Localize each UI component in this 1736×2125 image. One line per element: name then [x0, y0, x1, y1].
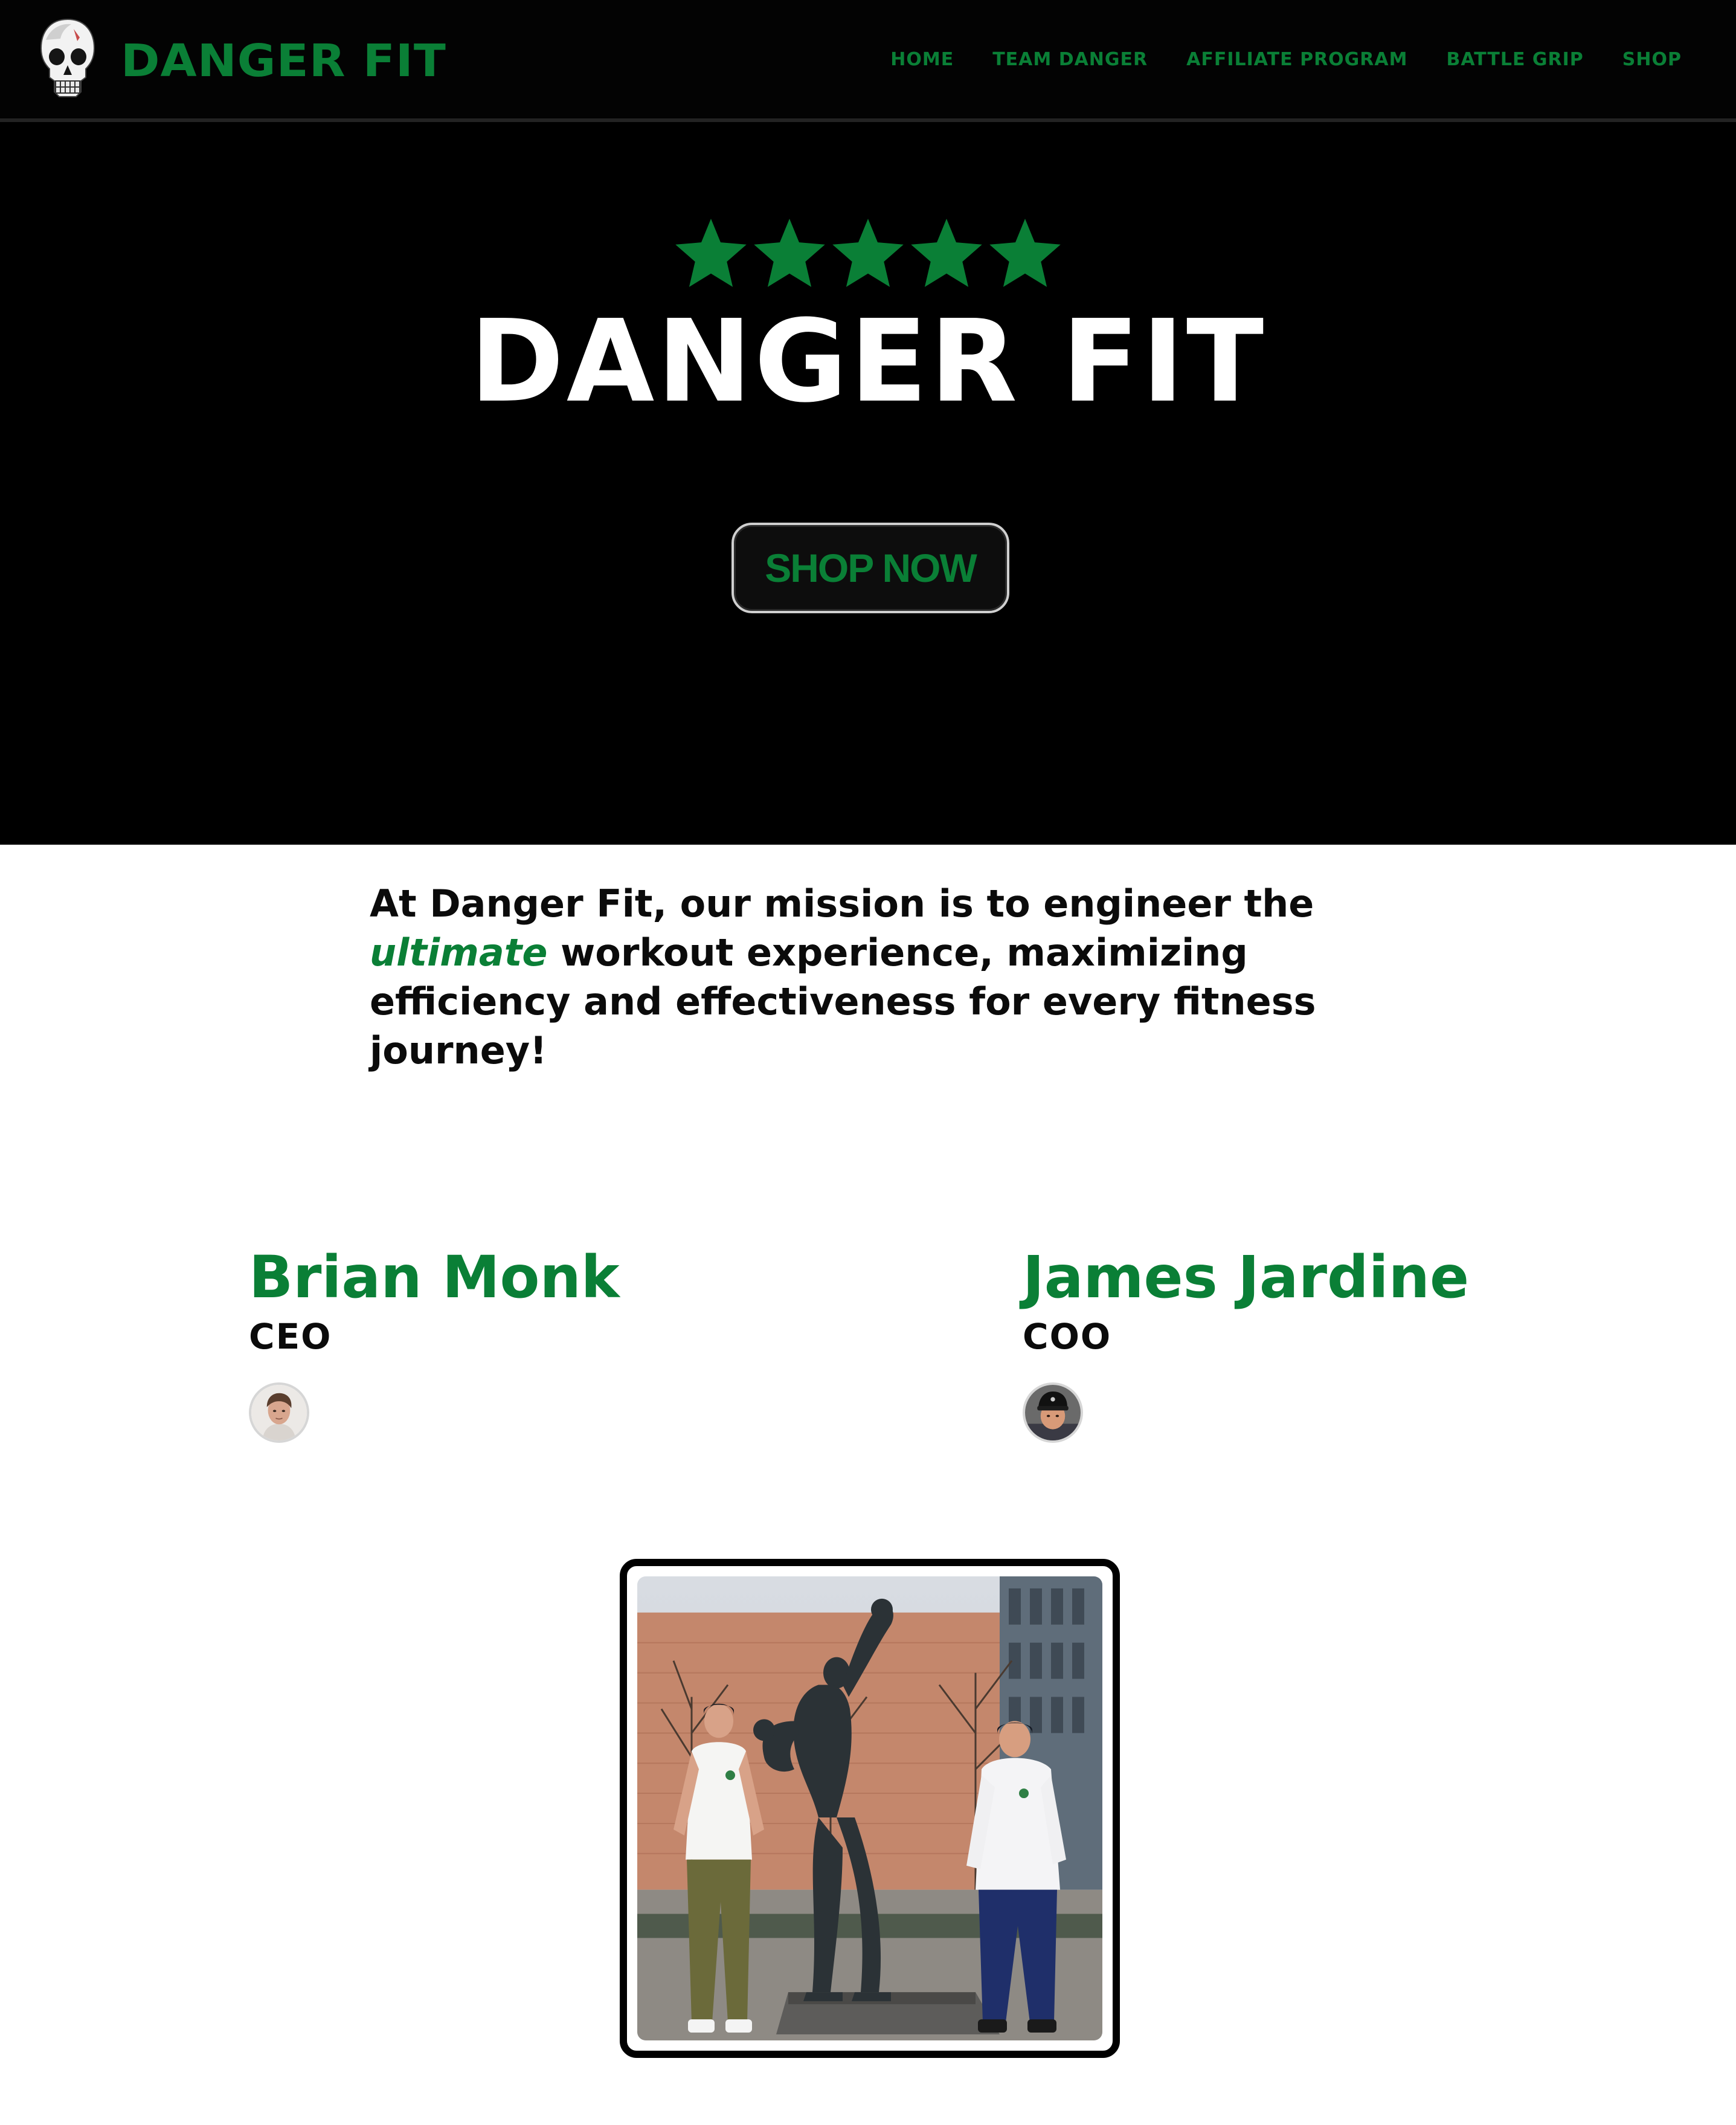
mission-statement: At Danger Fit, our mission is to enginee… [370, 879, 1372, 1075]
mission-text-start: At Danger Fit, our mission is to enginee… [370, 882, 1314, 926]
star-icon [832, 219, 904, 287]
member-role: CEO [249, 1316, 332, 1357]
main-nav: HOME TEAM DANGER AFFILIATE PROGRAM BATTL… [890, 0, 1682, 118]
nav-link-team-danger[interactable]: TEAM DANGER [992, 49, 1148, 70]
team-member-card: James Jardine COO [1023, 1247, 1469, 1443]
team-member-card: Brian Monk CEO [249, 1247, 620, 1443]
member-name: James Jardine [1023, 1243, 1470, 1311]
nav-link-affiliate-program[interactable]: AFFILIATE PROGRAM [1186, 49, 1407, 70]
nav-link-home[interactable]: HOME [890, 49, 954, 70]
nav-link-shop[interactable]: SHOP [1622, 49, 1682, 70]
team-photo [637, 1576, 1102, 2040]
rating-stars [0, 219, 1736, 289]
hero-title: DANGER FIT [469, 295, 1267, 428]
star-icon [989, 219, 1061, 287]
member-role: COO [1023, 1316, 1112, 1357]
nav-link-battle-grip[interactable]: BATTLE GRIP [1446, 49, 1583, 70]
star-icon [754, 219, 825, 287]
shop-now-button[interactable]: SHOP NOW [731, 523, 1009, 613]
hero-section: DANGER FIT SHOP NOW [0, 122, 1736, 845]
star-icon [911, 219, 982, 287]
mission-emphasis: ultimate [370, 930, 548, 975]
skull-icon [40, 18, 95, 97]
top-navbar: DANGER FIT HOME TEAM DANGER AFFILIATE PR… [0, 0, 1736, 122]
avatar [1023, 1382, 1083, 1443]
member-name: Brian Monk [249, 1243, 620, 1311]
team-photo-frame [620, 1559, 1120, 2058]
star-icon [675, 219, 747, 287]
brand-name: DANGER FIT [121, 35, 446, 87]
avatar [249, 1382, 309, 1443]
brand-logo-link[interactable]: DANGER FIT [37, 17, 446, 105]
